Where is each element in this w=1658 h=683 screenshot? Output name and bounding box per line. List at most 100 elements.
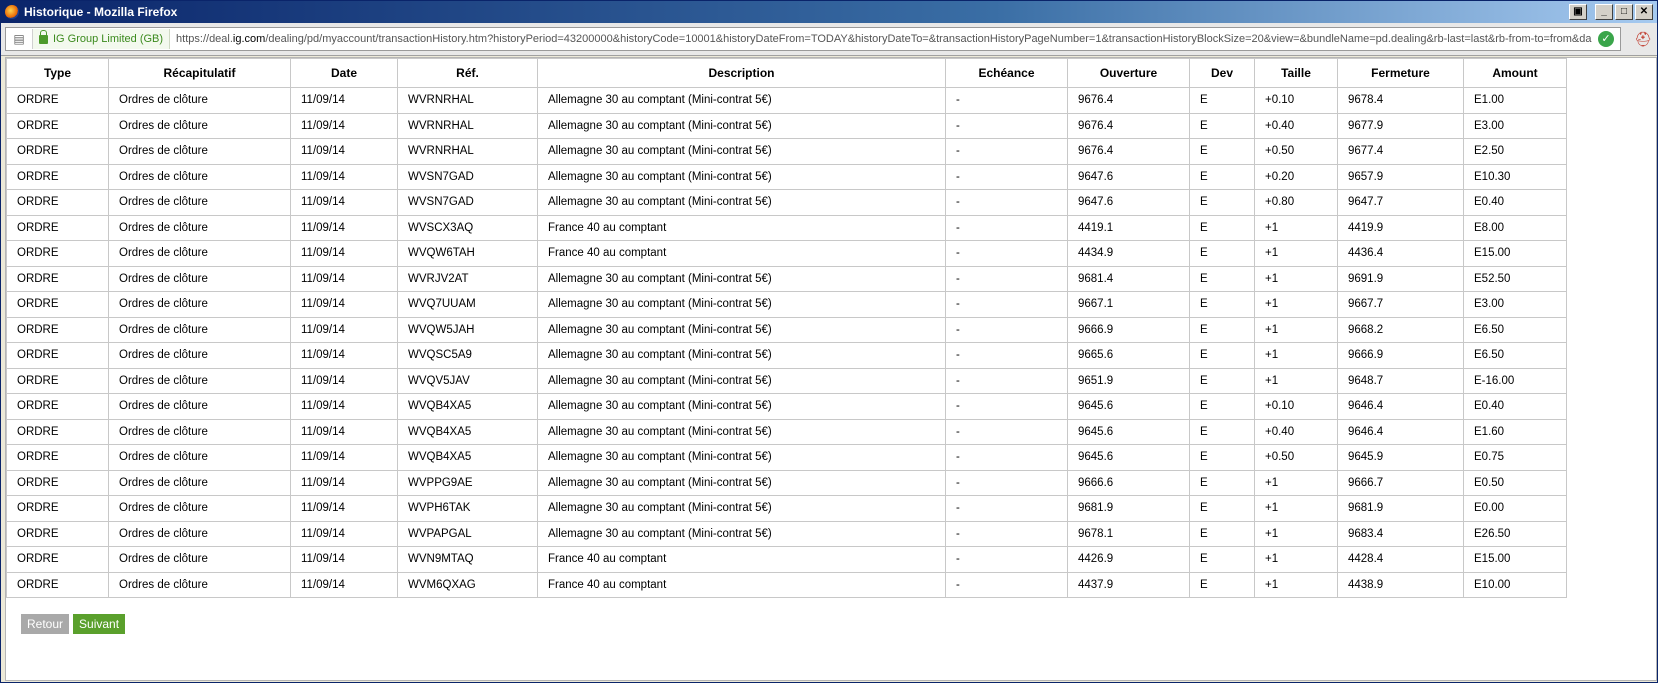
table-cell: - — [945, 189, 1068, 216]
table-cell: E6.50 — [1463, 342, 1567, 369]
column-header: Amount — [1463, 58, 1567, 88]
table-cell: 9678.4 — [1337, 87, 1464, 114]
table-cell: 11/09/14 — [290, 469, 398, 496]
table-cell: Allemagne 30 au comptant (Mini-contrat 5… — [537, 87, 946, 114]
page-icon[interactable]: ▤ — [6, 29, 33, 49]
table-cell: Allemagne 30 au comptant (Mini-contrat 5… — [537, 265, 946, 292]
table-cell: +0.50 — [1254, 138, 1338, 165]
table-cell: 9691.9 — [1337, 265, 1464, 292]
table-cell: 9676.4 — [1067, 87, 1190, 114]
close-button[interactable]: ✕ — [1635, 4, 1653, 20]
minimize-button[interactable]: _ — [1595, 4, 1613, 20]
table-cell: 9666.6 — [1067, 469, 1190, 496]
table-cell: - — [945, 291, 1068, 318]
table-cell: WVQW5JAH — [397, 316, 538, 343]
table-row: ORDRE Ordres de clôture 11/09/14 WVPPG9AE Al… — [6, 469, 1567, 496]
back-button[interactable]: Retour — [21, 614, 70, 634]
table-cell: - — [945, 444, 1068, 471]
lock-icon — [39, 29, 48, 44]
table-cell: Allemagne 30 au comptant (Mini-contrat 5… — [537, 112, 946, 139]
table-cell: WVPAPGAL — [397, 520, 538, 547]
next-button[interactable]: Suivant — [73, 614, 126, 634]
table-cell: WVSN7GAD — [397, 163, 538, 190]
table-cell: ORDRE — [6, 138, 109, 165]
site-identity[interactable]: IG Group Limited (GB) — [33, 29, 171, 49]
table-cell: 9657.9 — [1337, 163, 1464, 190]
table-cell: Allemagne 30 au comptant (Mini-contrat 5… — [537, 342, 946, 369]
column-header: Fermeture — [1337, 58, 1464, 88]
addon-icon[interactable]: ⛑ — [1633, 29, 1653, 49]
table-cell: 9681.9 — [1067, 495, 1190, 522]
table-cell: ORDRE — [6, 495, 109, 522]
table-row: ORDRE Ordres de clôture 11/09/14 WVN9MTAQ Fr… — [6, 546, 1567, 573]
table-cell: WVRNRHAL — [397, 87, 538, 114]
table-cell: E10.30 — [1463, 163, 1567, 190]
table-cell: E — [1189, 112, 1255, 139]
verified-check-icon[interactable]: ✓ — [1598, 31, 1614, 47]
table-cell: Allemagne 30 au comptant (Mini-contrat 5… — [537, 163, 946, 190]
table-cell: 11/09/14 — [290, 112, 398, 139]
table-cell: WVQSC5A9 — [397, 342, 538, 369]
table-cell: - — [945, 469, 1068, 496]
table-cell: 11/09/14 — [290, 87, 398, 114]
table-cell: 4437.9 — [1067, 571, 1190, 598]
table-cell: E — [1189, 163, 1255, 190]
table-cell: +1 — [1254, 546, 1338, 573]
table-cell: 9651.9 — [1067, 367, 1190, 394]
table-cell: - — [945, 240, 1068, 267]
browser-window: Historique - Mozilla Firefox ▣ _ □ ✕ ▤ I… — [0, 0, 1658, 683]
table-cell: 9676.4 — [1067, 112, 1190, 139]
url-bar[interactable]: ▤ IG Group Limited (GB) https://deal.ig.… — [5, 27, 1621, 51]
table-cell: WVQB4XA5 — [397, 444, 538, 471]
table-cell: 11/09/14 — [290, 342, 398, 369]
table-cell: Allemagne 30 au comptant (Mini-contrat 5… — [537, 291, 946, 318]
table-cell: E3.00 — [1463, 112, 1567, 139]
firefox-icon — [5, 5, 19, 19]
table-cell: Ordres de clôture — [108, 87, 291, 114]
table-cell: ORDRE — [6, 367, 109, 394]
table-cell: France 40 au comptant — [537, 546, 946, 573]
table-cell: E — [1189, 189, 1255, 216]
table-cell: WVQB4XA5 — [397, 418, 538, 445]
restore-page-icon[interactable]: ▣ — [1569, 4, 1587, 20]
table-cell: +0.40 — [1254, 418, 1338, 445]
table-cell: 9647.6 — [1067, 163, 1190, 190]
table-cell: ORDRE — [6, 240, 109, 267]
maximize-button[interactable]: □ — [1615, 4, 1633, 20]
table-cell: Ordres de clôture — [108, 367, 291, 394]
table-row: ORDRE Ordres de clôture 11/09/14 WVSN7GAD Al… — [6, 189, 1567, 216]
table-cell: E3.00 — [1463, 291, 1567, 318]
table-row: ORDRE Ordres de clôture 11/09/14 WVRNRHAL Al… — [6, 138, 1567, 165]
table-cell: 11/09/14 — [290, 163, 398, 190]
table-cell: WVQW6TAH — [397, 240, 538, 267]
url-text[interactable]: https://deal.ig.com/dealing/pd/myaccount… — [170, 33, 1592, 45]
table-cell: 9645.6 — [1067, 393, 1190, 420]
url-domain: ig.com — [232, 33, 266, 45]
table-cell: E10.00 — [1463, 571, 1567, 598]
table-cell: 9683.4 — [1337, 520, 1464, 547]
table-cell: 9665.6 — [1067, 342, 1190, 369]
table-cell: 4438.9 — [1337, 571, 1464, 598]
table-cell: 9645.6 — [1067, 444, 1190, 471]
table-cell: +0.10 — [1254, 87, 1338, 114]
table-cell: 11/09/14 — [290, 291, 398, 318]
table-cell: E — [1189, 444, 1255, 471]
table-cell: E6.50 — [1463, 316, 1567, 343]
table-cell: Ordres de clôture — [108, 469, 291, 496]
table-cell: E1.00 — [1463, 87, 1567, 114]
table-cell: +1 — [1254, 520, 1338, 547]
table-cell: E — [1189, 342, 1255, 369]
column-header: Type — [6, 58, 109, 88]
table-cell: 11/09/14 — [290, 571, 398, 598]
table-cell: +1 — [1254, 571, 1338, 598]
table-cell: E2.50 — [1463, 138, 1567, 165]
table-cell: 11/09/14 — [290, 495, 398, 522]
table-cell: Ordres de clôture — [108, 163, 291, 190]
table-cell: ORDRE — [6, 189, 109, 216]
table-cell: +1 — [1254, 291, 1338, 318]
table-cell: E-16.00 — [1463, 367, 1567, 394]
table-cell: 11/09/14 — [290, 546, 398, 573]
table-row: ORDRE Ordres de clôture 11/09/14 WVPAPGAL Al… — [6, 520, 1567, 547]
table-cell: E — [1189, 367, 1255, 394]
table-cell: E0.00 — [1463, 495, 1567, 522]
